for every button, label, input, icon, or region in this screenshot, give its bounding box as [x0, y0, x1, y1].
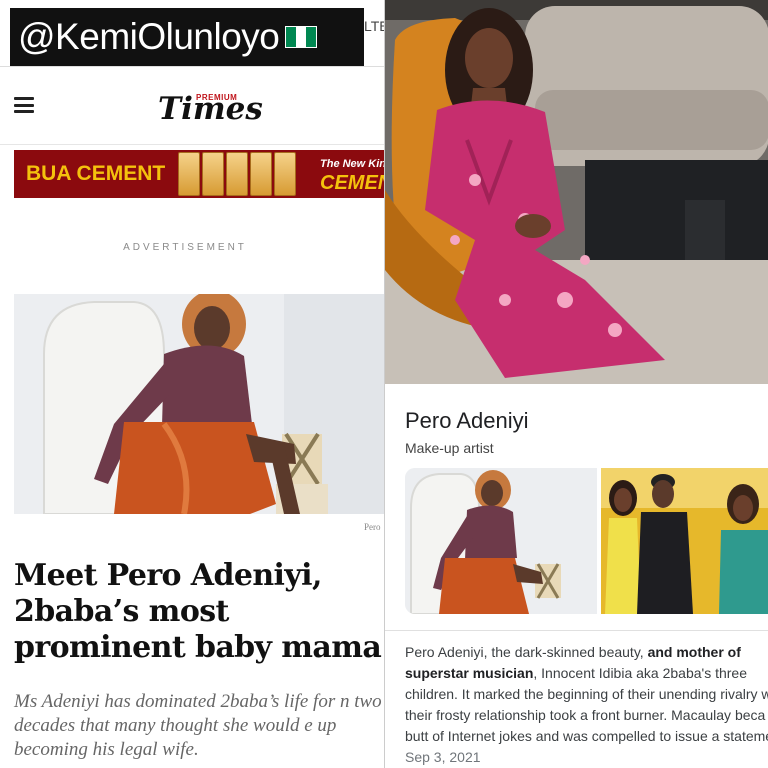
photo-caption: Pero	[364, 522, 381, 532]
woman-on-chair-image	[14, 294, 384, 514]
watermark-handle: @KemiOlunloyo	[10, 8, 364, 66]
logo-times: Times	[158, 91, 263, 127]
snippet-date: Sep 3, 2021	[405, 749, 481, 765]
main-photo[interactable]	[385, 0, 768, 384]
thumbnail-group-image	[601, 468, 768, 614]
banner-brand: BUA CEMENT	[26, 162, 166, 185]
image-thumbnails	[405, 468, 768, 614]
network-status: LTE	[364, 18, 384, 34]
woman-in-pink-dress-image	[385, 0, 768, 384]
ad-banner[interactable]: BUA CEMENT The New Kin CEMEN	[14, 150, 384, 198]
person-name[interactable]: Pero Adeniyi	[405, 408, 529, 434]
site-header: PREMIUM Times	[0, 67, 384, 145]
menu-icon[interactable]	[14, 97, 34, 113]
snippet-part1: Pero Adeniyi, the dark-skinned beauty,	[405, 644, 648, 660]
cement-bags-image	[178, 152, 296, 196]
article-photo[interactable]	[14, 294, 384, 514]
nigeria-flag-icon	[285, 26, 318, 48]
result-snippet: Pero Adeniyi, the dark-skinned beauty, a…	[405, 642, 768, 768]
article-subtext: Ms Adeniyi has dominated 2baba’s life fo…	[14, 691, 382, 760]
handle-text: @KemiOlunloyo	[18, 16, 280, 57]
result-divider	[385, 630, 768, 631]
article-headline[interactable]: Meet Pero Adeniyi, 2baba’s most prominen…	[14, 558, 384, 666]
thumbnail-woman-chair-image	[405, 468, 597, 614]
person-role: Make-up artist	[405, 440, 494, 456]
banner-tagline: The New Kin	[320, 158, 384, 170]
thumbnail-2[interactable]	[601, 468, 768, 614]
left-article-screenshot: @KemiOlunloyo LTE PREMIUM Times BUA CEME…	[0, 0, 384, 768]
thumbnail-1[interactable]	[405, 468, 597, 614]
banner-tagline-cement: CEMEN	[320, 172, 384, 194]
advertisement-label: ADVERTISEMENT	[123, 242, 247, 253]
right-search-result: Pero Adeniyi Make-up artist Pero Adeniyi…	[384, 0, 768, 768]
site-logo[interactable]: PREMIUM Times	[158, 85, 263, 127]
